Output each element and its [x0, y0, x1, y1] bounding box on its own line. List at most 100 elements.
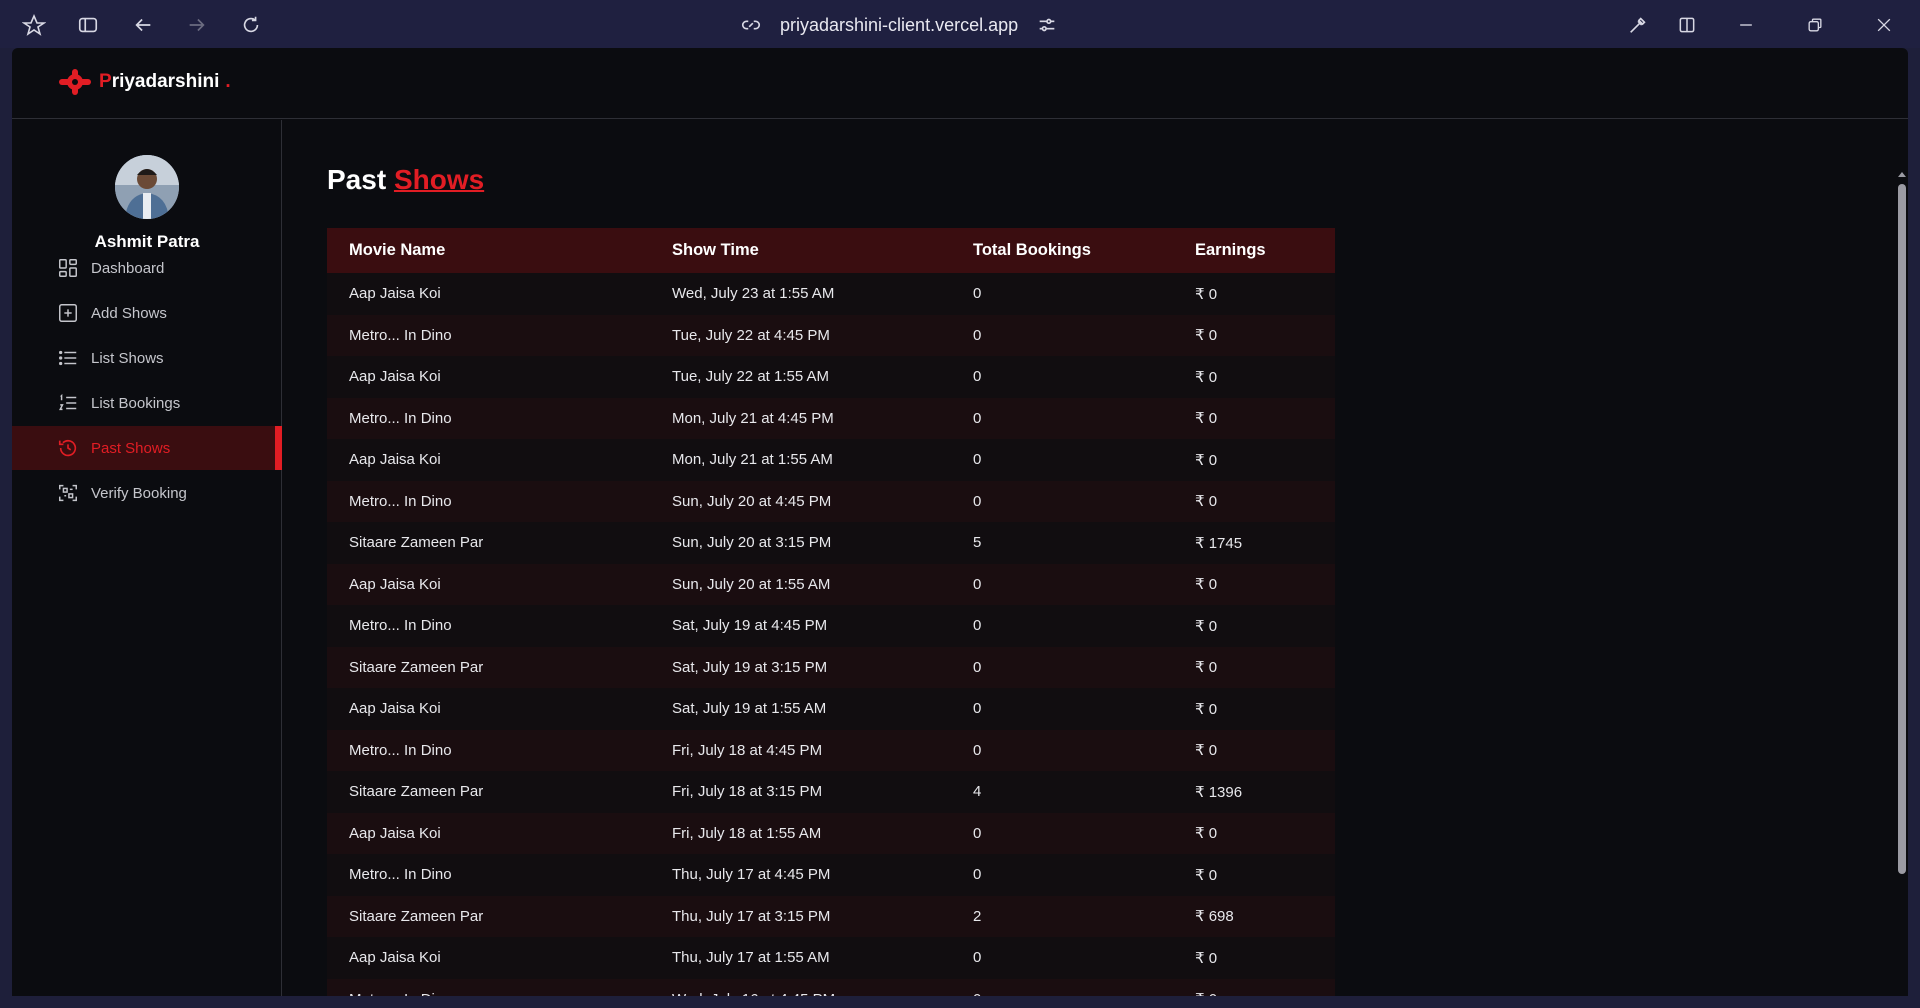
earnings-cell: ₹ 1396 — [1195, 783, 1243, 801]
browser-logo-icon[interactable] — [17, 8, 51, 42]
total-bookings-cell: 0 — [973, 949, 982, 967]
earnings-cell: ₹ 0 — [1195, 659, 1218, 677]
table-row: Metro... In Dino Thu, July 17 at 4:45 PM 0… — [327, 854, 1335, 896]
dashboard-icon — [59, 259, 77, 277]
sidebar-item-label: Add Shows — [91, 304, 167, 322]
earnings-cell: ₹ 0 — [1195, 285, 1218, 303]
total-bookings-cell: 2 — [973, 907, 982, 925]
total-bookings-cell: 0 — [973, 617, 982, 635]
scan-qr-icon — [59, 484, 77, 502]
total-bookings-cell: 0 — [973, 741, 982, 759]
total-bookings-cell: 0 — [973, 326, 982, 344]
brand-dot: . — [225, 71, 231, 92]
sidebar-item-verify-booking[interactable]: Verify Booking — [12, 471, 282, 515]
restore-icon[interactable] — [1798, 8, 1832, 42]
earnings-cell: ₹ 1745 — [1195, 534, 1243, 552]
show-time-cell: Wed, July 16 at 4:45 PM — [650, 979, 951, 996]
reload-icon[interactable] — [234, 8, 268, 42]
app-window: Priyadarshini. Ashmit Patra Dashboard Ad… — [12, 48, 1908, 996]
table-row: Aap Jaisa Koi Wed, July 23 at 1:55 AM 0 ₹ 0 — [327, 273, 1335, 315]
movie-name-cell: Sitaare Zameen Par — [349, 783, 484, 801]
sidebar-item-label: Verify Booking — [91, 484, 187, 502]
past-shows-table: Movie Name Show Time Total Bookings Earn… — [327, 228, 1335, 996]
show-time-cell: Tue, July 22 at 4:45 PM — [672, 326, 830, 344]
total-bookings-cell: 0 — [973, 492, 982, 510]
movie-name-cell: Metro... In Dino — [349, 409, 452, 427]
table-row: Aap Jaisa Koi Tue, July 22 at 1:55 AM 0 ₹ 0 — [327, 356, 1335, 398]
show-time-cell: Thu, July 17 at 4:45 PM — [672, 866, 831, 884]
total-bookings-cell: 0 — [973, 700, 982, 718]
total-bookings-cell: 0 — [973, 824, 982, 842]
brand-logo[interactable]: Priyadarshini. — [57, 68, 231, 96]
address-bar[interactable]: priyadarshini-client.vercel.app — [740, 8, 1058, 42]
sidebar-item-dashboard[interactable]: Dashboard — [12, 246, 282, 290]
movie-name-cell: Aap Jaisa Koi — [349, 368, 441, 386]
table-row: Metro... In Dino Sat, July 19 at 4:45 PM 0… — [327, 605, 1335, 647]
table-row: Aap Jaisa Koi Sun, July 20 at 1:55 AM 0 ₹ 0 — [327, 563, 1335, 605]
site-settings-icon[interactable] — [1036, 14, 1058, 36]
earnings-cell: ₹ 0 — [1195, 825, 1218, 843]
show-time-cell: Sat, July 19 at 1:55 AM — [672, 700, 827, 718]
show-time-cell: Sat, July 19 at 3:15 PM — [672, 658, 828, 676]
table-row: Sitaare Zameen Par Thu, July 17 at 3:15 P… — [327, 895, 1335, 937]
minimize-icon[interactable] — [1729, 8, 1763, 42]
back-icon[interactable] — [126, 8, 160, 42]
scroll-up-icon[interactable] — [1897, 170, 1907, 178]
table-row: Sitaare Zameen Par Sat, July 19 at 3:15 P… — [327, 646, 1335, 688]
earnings-cell: ₹ 0 — [1195, 700, 1218, 718]
movie-name-cell: Aap Jaisa Koi — [349, 451, 441, 469]
table-row: Metro... In DinoWed, July 16 at 4:45 PM0… — [327, 978, 1335, 996]
sidebar-item-list-shows[interactable]: List Shows — [12, 336, 282, 380]
earnings-cell: ₹ 0 — [1195, 866, 1218, 884]
url-text[interactable]: priyadarshini-client.vercel.app — [780, 15, 1018, 36]
movie-name-cell: Metro... In Dino — [349, 866, 452, 884]
close-icon[interactable] — [1867, 8, 1901, 42]
table-row: Aap Jaisa Koi Thu, July 17 at 1:55 AM 0 ₹ 0 — [327, 937, 1335, 979]
show-time-cell: Fri, July 18 at 3:15 PM — [672, 783, 823, 801]
earnings-cell: ₹ 0 — [1195, 493, 1218, 511]
movie-name-cell: Metro... In Dino — [349, 326, 452, 344]
sidebar-item-label: Dashboard — [91, 259, 165, 277]
movie-name-cell: Metro... In Dino — [349, 492, 452, 510]
show-time-cell: Thu, July 17 at 1:55 AM — [672, 949, 830, 967]
table-row: Metro... In Dino Mon, July 21 at 4:45 PM 0… — [327, 397, 1335, 439]
column-header-total-bookings: Total Bookings — [973, 241, 1091, 259]
scrollbar-thumb[interactable] — [1898, 184, 1906, 874]
sidebar-item-add-shows[interactable]: Add Shows — [12, 291, 282, 335]
split-view-icon[interactable] — [1670, 8, 1704, 42]
show-time-cell: Mon, July 21 at 1:55 AM — [672, 451, 833, 469]
add-square-icon — [59, 304, 77, 322]
earnings-cell: ₹ 0 — [1173, 979, 1335, 996]
eyedropper-icon[interactable] — [1621, 8, 1655, 42]
table-row: Metro... In Dino Sun, July 20 at 4:45 PM 0… — [327, 480, 1335, 522]
sidebar-toggle-icon[interactable] — [71, 8, 105, 42]
page-title: Past Shows — [327, 164, 485, 195]
sidebar-item-list-bookings[interactable]: List Bookings — [12, 381, 282, 425]
show-time-cell: Tue, July 22 at 1:55 AM — [672, 368, 830, 386]
earnings-cell: ₹ 0 — [1195, 368, 1218, 386]
total-bookings-cell: 0 — [973, 409, 982, 427]
movie-name-cell: Sitaare Zameen Par — [349, 534, 484, 552]
earnings-cell: ₹ 0 — [1195, 451, 1218, 469]
sidebar-item-label: List Shows — [91, 349, 164, 367]
total-bookings-cell: 4 — [973, 783, 982, 801]
sidebar: Ashmit Patra Dashboard Add Shows List Sh… — [12, 120, 282, 996]
column-header-movie-name: Movie Name — [349, 241, 446, 259]
forward-icon[interactable] — [180, 8, 214, 42]
list-icon — [59, 350, 77, 366]
total-bookings-cell: 0 — [973, 451, 982, 469]
earnings-cell: ₹ 0 — [1195, 742, 1218, 760]
total-bookings-cell: 0 — [973, 866, 982, 884]
brand-name: Priyadarshini — [99, 71, 220, 92]
sidebar-item-past-shows[interactable]: Past Shows — [12, 426, 282, 470]
movie-name-cell: Sitaare Zameen Par — [349, 658, 484, 676]
table-row: Aap Jaisa Koi Sat, July 19 at 1:55 AM 0 ₹ 0 — [327, 688, 1335, 730]
show-time-cell: Sun, July 20 at 4:45 PM — [672, 492, 832, 510]
app-header: Priyadarshini. — [12, 48, 1908, 119]
show-time-cell: Sun, July 20 at 1:55 AM — [672, 575, 831, 593]
total-bookings-cell: 0 — [973, 285, 982, 303]
movie-name-cell: Aap Jaisa Koi — [349, 949, 441, 967]
page-scrollbar[interactable] — [1894, 168, 1908, 996]
table-row: Aap Jaisa Koi Mon, July 21 at 1:55 AM 0 ₹ 0 — [327, 439, 1335, 481]
total-bookings-cell: 0 — [973, 658, 982, 676]
